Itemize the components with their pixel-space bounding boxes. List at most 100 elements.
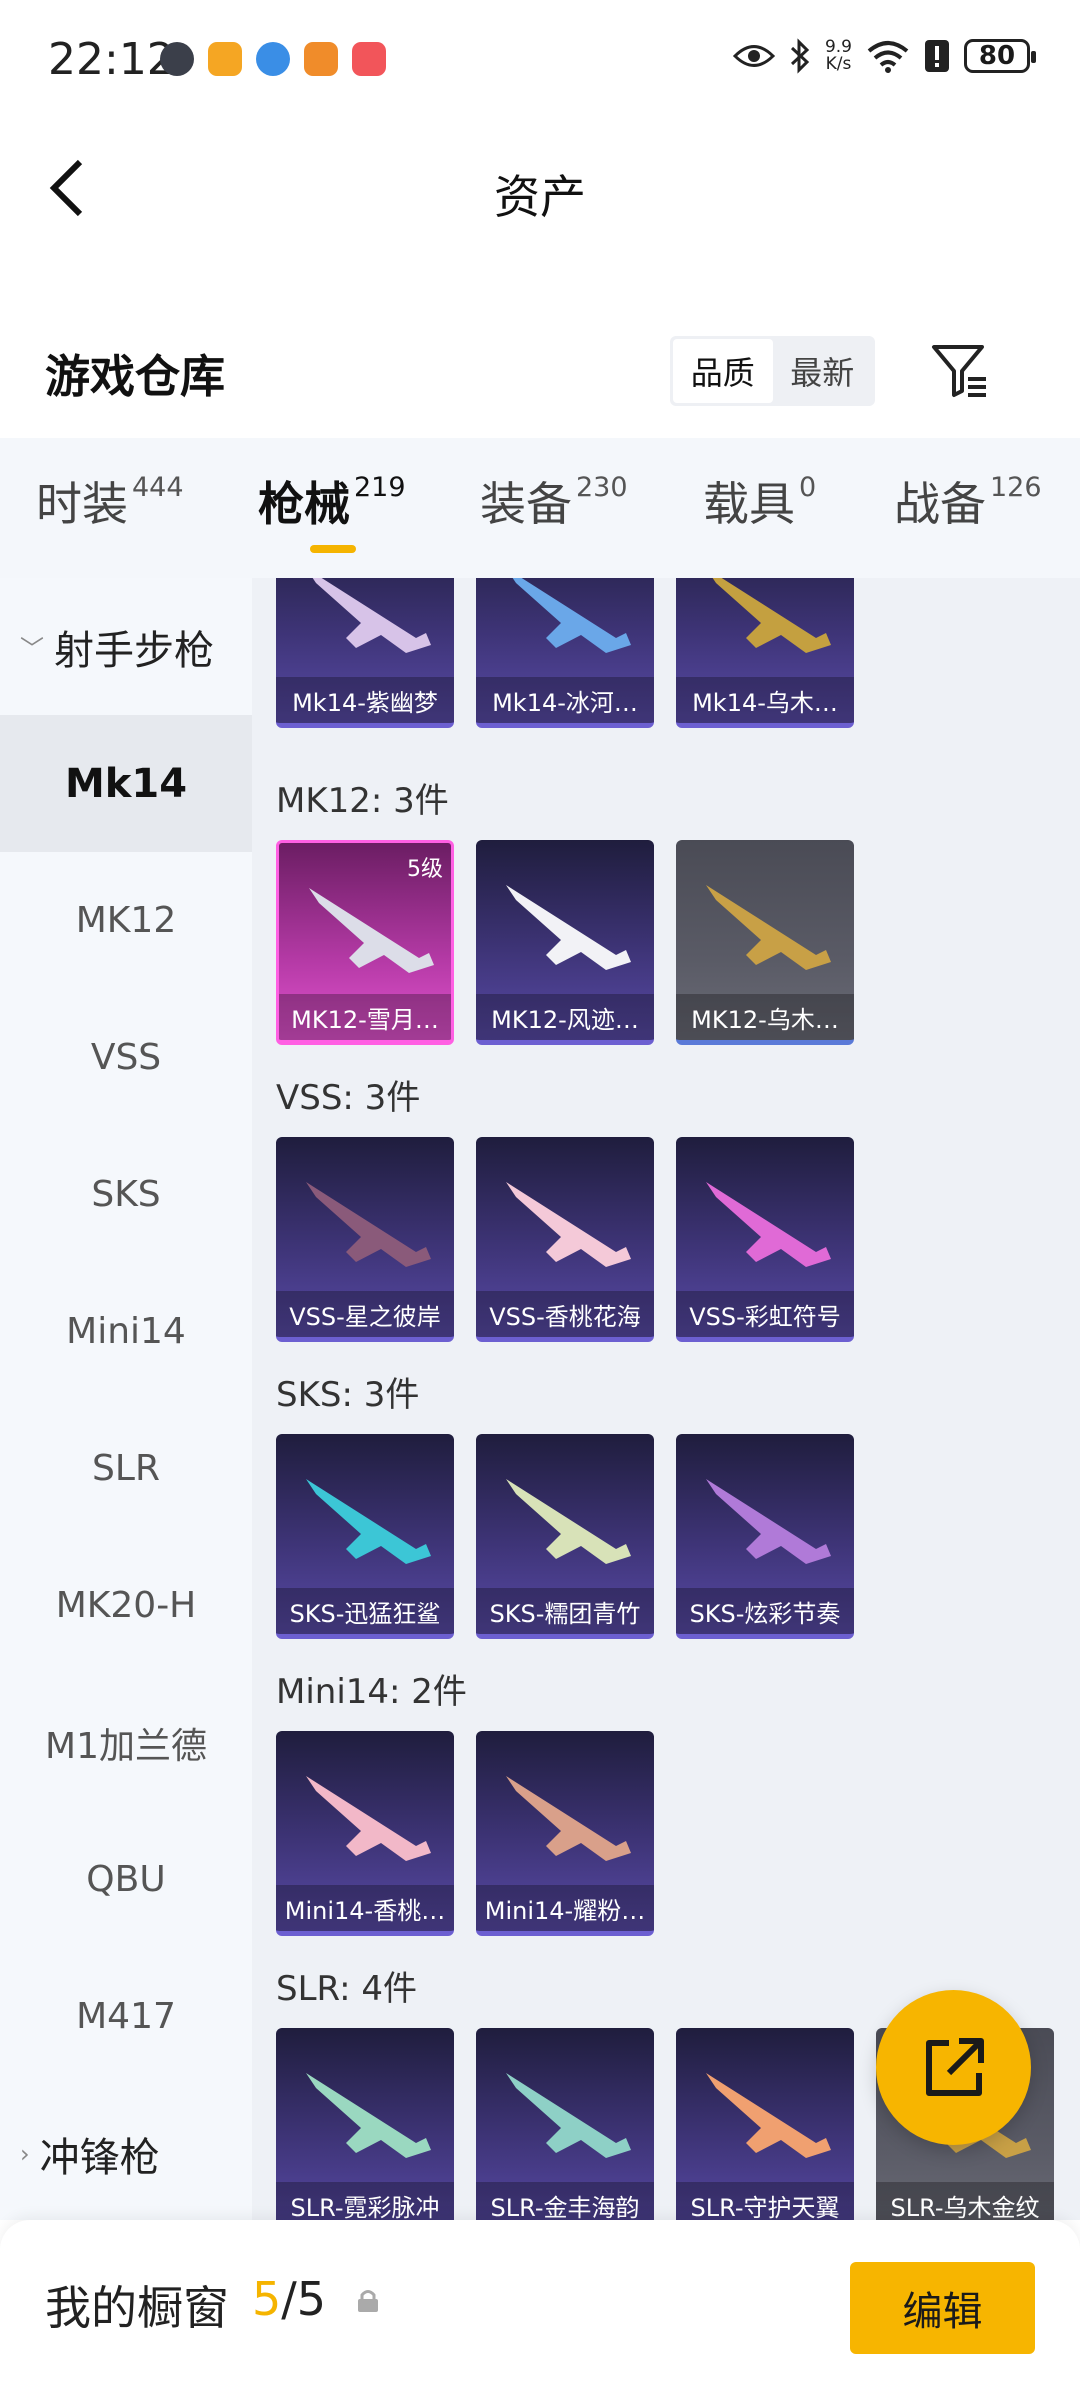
sidebar-item-mk14[interactable]: Mk14 <box>0 715 252 852</box>
sidebar-item-m417[interactable]: M417 <box>0 1948 252 2085</box>
notification-icons <box>160 42 386 76</box>
sidebar-group-smg[interactable]: › 冲锋枪 <box>0 2085 252 2222</box>
skin-card[interactable]: MK12-乌木… <box>676 840 854 1045</box>
active-tab-indicator <box>310 545 356 553</box>
alert-icon <box>925 40 949 72</box>
skin-name: Mini14-香桃… <box>276 1885 454 1931</box>
app-header: 资产 <box>0 125 1080 250</box>
external-link-icon <box>925 2037 984 2096</box>
weapon-image <box>506 2073 631 2158</box>
filter-button[interactable] <box>925 336 995 406</box>
skin-name: VSS-香桃花海 <box>476 1291 654 1337</box>
tab-firearms[interactable]: 枪械 219 <box>258 468 406 534</box>
skin-card[interactable]: SLR-金丰海韵 <box>476 2028 654 2220</box>
skin-card[interactable]: 5级 MK12-雪月… <box>276 840 454 1045</box>
skin-name: MK12-雪月… <box>279 994 451 1040</box>
skin-card[interactable]: Mk14-冰河… <box>476 578 654 728</box>
sidebar-group-marksman[interactable]: ﹀ 射手步枪 <box>0 578 252 715</box>
skin-name: VSS-彩虹符号 <box>676 1291 854 1337</box>
system-icons: 9.9 K/s 80 <box>732 37 1036 74</box>
section-title-mk12: MK12: 3件 <box>276 781 449 821</box>
sidebar-item-m1garand[interactable]: M1加兰德 <box>0 1674 252 1811</box>
weapon-image <box>712 578 831 653</box>
chevron-right-icon: › <box>20 2139 30 2168</box>
weapon-image <box>506 1776 631 1861</box>
share-fab-button[interactable] <box>876 1990 1031 2145</box>
sort-quality[interactable]: 品质 <box>673 339 773 403</box>
status-bar: 22:12 9.9 K/s 80 <box>0 0 1080 125</box>
skin-grid: Mk14-紫幽梦 Mk14-冰河… Mk14-乌木… MK12: 3件 5级 M… <box>252 578 1080 2220</box>
tab-fashion[interactable]: 时装 444 <box>36 468 184 534</box>
skin-name: SLR-守护天翼 <box>676 2182 854 2220</box>
net-speed: 9.9 K/s <box>824 37 852 74</box>
skin-card[interactable]: Mk14-乌木… <box>676 578 854 728</box>
section-title-sks: SKS: 3件 <box>276 1375 420 1415</box>
skin-card[interactable]: SLR-守护天翼 <box>676 2028 854 2220</box>
skin-card[interactable]: Mini14-耀粉… <box>476 1731 654 1936</box>
skin-card[interactable]: SKS-迅猛狂鲨 <box>276 1434 454 1639</box>
weapon-image <box>506 1479 631 1564</box>
skin-card[interactable]: SKS-糯团青竹 <box>476 1434 654 1639</box>
weapon-image <box>309 888 434 973</box>
skin-name: MK12-乌木… <box>676 994 854 1040</box>
sidebar-item-mini14[interactable]: Mini14 <box>0 1263 252 1400</box>
showcase-bar: 我的橱窗 5/5 编辑 <box>0 2220 1080 2382</box>
skin-card[interactable]: SKS-炫彩节奏 <box>676 1434 854 1639</box>
skin-card[interactable]: Mk14-紫幽梦 <box>276 578 454 728</box>
app-icon-orange <box>208 42 242 76</box>
skin-name: SKS-迅猛狂鲨 <box>276 1588 454 1634</box>
eye-icon <box>732 45 775 67</box>
bluetooth-icon <box>790 38 810 74</box>
sort-toggle: 品质 最新 <box>670 336 875 406</box>
weapon-image <box>506 1182 631 1267</box>
edit-button[interactable]: 编辑 <box>850 2262 1035 2354</box>
section-title-vss: VSS: 3件 <box>276 1078 421 1118</box>
sidebar-item-mk12[interactable]: MK12 <box>0 852 252 989</box>
skin-name: SKS-炫彩节奏 <box>676 1588 854 1634</box>
chevron-down-icon: ﹀ <box>20 635 44 663</box>
status-time: 22:12 <box>48 34 175 85</box>
skin-card[interactable]: Mini14-香桃… <box>276 1731 454 1936</box>
sidebar-item-slr[interactable]: SLR <box>0 1400 252 1537</box>
weapon-image <box>306 1182 431 1267</box>
sidebar-item-qbu[interactable]: QBU <box>0 1811 252 1948</box>
skin-name: Mk14-乌木… <box>676 677 854 723</box>
weapon-image <box>306 2073 431 2158</box>
filter-icon <box>932 345 986 397</box>
weapon-image <box>706 1182 831 1267</box>
weapon-image <box>312 578 431 653</box>
skin-name: SLR-霓彩脉冲 <box>276 2182 454 2220</box>
tab-vehicles[interactable]: 载具 0 <box>703 468 816 534</box>
lock-icon <box>358 2290 378 2312</box>
tab-supplies[interactable]: 战备 126 <box>894 468 1042 534</box>
weapon-type-sidebar: ﹀ 射手步枪 Mk14 MK12 VSS SKS Mini14 SLR MK20… <box>0 578 252 2220</box>
weapon-image <box>706 1479 831 1564</box>
skin-card[interactable]: MK12-风迹… <box>476 840 654 1045</box>
sidebar-item-sks[interactable]: SKS <box>0 1126 252 1263</box>
skin-name: SLR-乌木金纹 <box>876 2182 1054 2220</box>
skin-name: VSS-星之彼岸 <box>276 1291 454 1337</box>
sort-newest[interactable]: 最新 <box>773 339 873 403</box>
skin-card[interactable]: VSS-星之彼岸 <box>276 1137 454 1342</box>
app-icon-blue <box>256 42 290 76</box>
weapon-image <box>306 1479 431 1564</box>
showcase-label: 我的橱窗 <box>45 2281 229 2335</box>
showcase-count: 5/5 <box>252 2272 327 2326</box>
skin-card[interactable]: VSS-彩虹符号 <box>676 1137 854 1342</box>
app-icon-game <box>160 42 194 76</box>
weapon-image <box>512 578 631 653</box>
wifi-icon <box>867 41 909 73</box>
skin-name: MK12-风迹… <box>476 994 654 1040</box>
weapon-image <box>706 885 831 970</box>
app-icon-red <box>352 42 386 76</box>
weapon-image <box>306 1776 431 1861</box>
skin-name: SLR-金丰海韵 <box>476 2182 654 2220</box>
sidebar-item-mk20h[interactable]: MK20-H <box>0 1537 252 1674</box>
skin-card[interactable]: VSS-香桃花海 <box>476 1137 654 1342</box>
battery-icon: 80 <box>964 39 1036 73</box>
skin-card[interactable]: SLR-霓彩脉冲 <box>276 2028 454 2220</box>
app-icon-gamepad <box>304 42 338 76</box>
sidebar-item-vss[interactable]: VSS <box>0 989 252 1126</box>
tab-equipment[interactable]: 装备 230 <box>480 468 628 534</box>
category-tabs: 时装 444 枪械 219 装备 230 载具 0 战备 126 <box>0 438 1080 578</box>
